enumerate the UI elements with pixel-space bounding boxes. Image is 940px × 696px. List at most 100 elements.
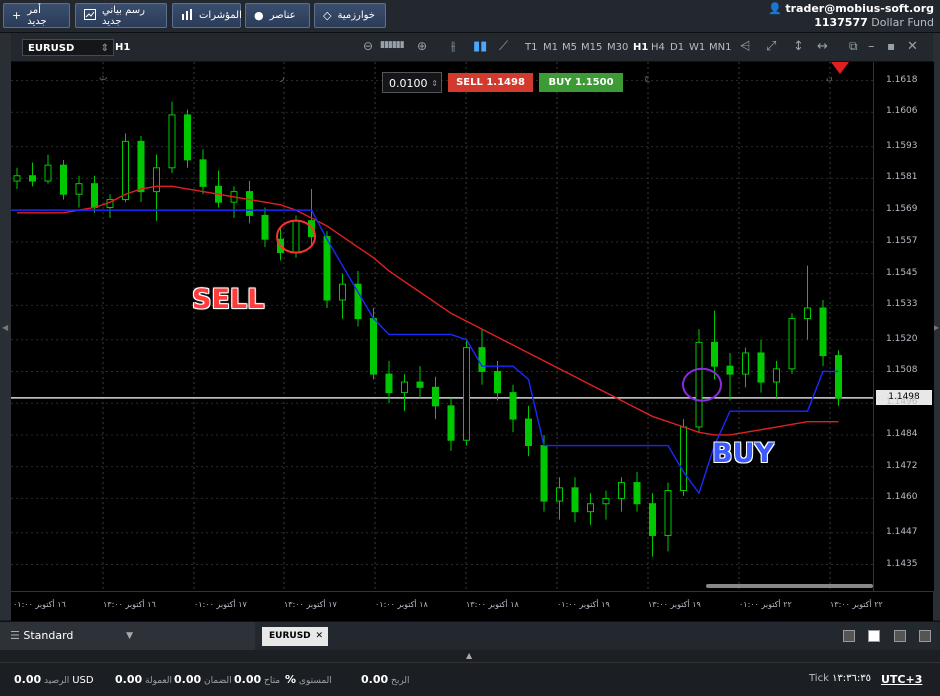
candle-body bbox=[463, 347, 470, 441]
timeframe-m1[interactable]: M1 bbox=[543, 42, 558, 53]
account-fund: Dollar Fund bbox=[871, 16, 934, 29]
zoom-slider[interactable]: ▮▮▮▮▮▮ bbox=[380, 40, 405, 50]
layout-columns-icon[interactable] bbox=[894, 630, 906, 642]
line-chart-icon[interactable]: ⟋ bbox=[499, 39, 508, 54]
lot-size-input[interactable]: 0.0100 ⇕ bbox=[382, 72, 442, 93]
zoom-in-icon[interactable]: ⊕ bbox=[417, 39, 427, 53]
template-selector[interactable]: ☰ Standard ▼ bbox=[0, 622, 255, 650]
timeframe-t1[interactable]: T1 bbox=[525, 42, 537, 53]
timeframe-m15[interactable]: M15 bbox=[581, 42, 602, 53]
maximize-icon[interactable]: ▪ bbox=[887, 39, 895, 53]
horizontal-line-icon[interactable]: ↔ bbox=[817, 39, 828, 54]
candle-body bbox=[695, 341, 703, 428]
candle-body bbox=[556, 487, 563, 502]
currency-value: USD bbox=[72, 675, 94, 686]
candle-body bbox=[819, 307, 827, 357]
timezone-selector[interactable]: UTC+3 bbox=[881, 673, 922, 686]
buy-button[interactable]: BUY 1.1500 bbox=[539, 73, 623, 92]
elements-button[interactable]: ● عناصر bbox=[245, 3, 310, 28]
candle-body bbox=[292, 220, 300, 253]
time-axis-label: ١٧ أكتوبر ٠١:٠٠ bbox=[194, 600, 247, 609]
indicators-label: المؤشرات bbox=[199, 10, 242, 21]
time-axis-label: ١٩ أكتوبر ١٣:٠٠ bbox=[648, 600, 701, 609]
chevron-down-icon: ▼ bbox=[126, 631, 133, 641]
candle-body bbox=[447, 405, 455, 441]
time-axis-label: ٢٢ أكتوبر ٠١:٠٠ bbox=[739, 600, 792, 609]
candle-chart-icon[interactable]: ▮▮ bbox=[473, 39, 487, 54]
bar-chart-icon[interactable]: ⫲ bbox=[451, 39, 455, 54]
time-axis-label: ١٧ أكتوبر ١٣:٠٠ bbox=[284, 600, 337, 609]
indicators-button[interactable]: المؤشرات bbox=[172, 3, 242, 28]
account-info[interactable]: 👤 trader@mobius-soft.org 1137577 Dollar … bbox=[768, 2, 934, 30]
commission-label: العمولة bbox=[145, 676, 173, 686]
timeframe-d1[interactable]: D1 bbox=[670, 42, 684, 53]
close-tab-icon[interactable]: ✕ bbox=[315, 627, 323, 646]
left-collapse-strip[interactable]: ◀ bbox=[0, 33, 11, 620]
new-order-label: أمر جديد bbox=[27, 4, 47, 27]
algorithms-label: خوارزمية bbox=[337, 10, 375, 21]
balance-label: الرصيد bbox=[44, 676, 70, 686]
candle-body bbox=[804, 307, 811, 320]
updown-arrow-icon: ⇕ bbox=[100, 43, 109, 54]
price-axis[interactable]: 1.1498 1.1618 1.1606 1.1593 1.1581 1.1569 1.1… bbox=[873, 62, 934, 591]
sell-annotation: SELL bbox=[192, 284, 265, 315]
free-margin-label: متاح bbox=[264, 676, 281, 686]
chart-icon bbox=[84, 8, 96, 23]
layout-rows-icon[interactable] bbox=[919, 630, 931, 642]
price-axis-label: 1.1581 bbox=[886, 172, 918, 183]
profit-label: الربح bbox=[391, 676, 410, 686]
price-axis-label: 1.1435 bbox=[886, 558, 918, 569]
close-icon[interactable]: ✕ bbox=[907, 39, 918, 54]
right-collapse-strip[interactable]: ▶ bbox=[933, 33, 940, 620]
price-axis-label: 1.1593 bbox=[886, 140, 918, 151]
fibonacci-icon[interactable]: ⩤ bbox=[740, 39, 750, 54]
level-label: المستوى bbox=[298, 676, 332, 686]
vertical-line-icon[interactable]: ↕ bbox=[793, 39, 804, 54]
account-user: trader@mobius-soft.org bbox=[785, 2, 934, 15]
minimize-icon[interactable]: – bbox=[868, 39, 875, 54]
elements-icon: ● bbox=[254, 9, 264, 22]
timeframe-h4[interactable]: H4 bbox=[651, 42, 665, 53]
panel-toggle-icon[interactable]: ▲ bbox=[466, 651, 472, 660]
price-axis-label: 1.1545 bbox=[886, 267, 918, 278]
candle-body bbox=[742, 352, 749, 375]
timeframe-h1[interactable]: H1 bbox=[633, 42, 648, 53]
symbol-tab[interactable]: EURUSD ✕ bbox=[262, 627, 328, 646]
trendline-icon[interactable]: ⤢ bbox=[766, 39, 776, 54]
detach-icon[interactable]: ⧉ bbox=[849, 39, 858, 54]
new-chart-button[interactable]: رسم بياني جديد bbox=[75, 3, 167, 28]
commission-value: 0.00 bbox=[115, 673, 143, 686]
timeframe-m30[interactable]: M30 bbox=[607, 42, 628, 53]
day-marker: ث bbox=[99, 73, 107, 83]
price-axis-label: 1.1447 bbox=[886, 526, 918, 537]
clock-value: ١٣:٣٦:٣٥ bbox=[832, 673, 872, 684]
candle-body bbox=[509, 392, 517, 420]
sell-button[interactable]: SELL 1.1498 bbox=[448, 73, 533, 92]
time-axis-label: ١٩ أكتوبر ٠١:٠٠ bbox=[557, 600, 610, 609]
timeframe-m5[interactable]: M5 bbox=[562, 42, 577, 53]
timeframe-mn1[interactable]: MN1 bbox=[709, 42, 731, 53]
chart-toolbar: EURUSD ⇕ H1 ⊖ ▮▮▮▮▮▮ ⊕ ⫲ ▮▮ ⟋ T1 M1 M5 M… bbox=[11, 33, 933, 62]
price-axis-label: 1.1460 bbox=[886, 492, 918, 503]
candle-body bbox=[153, 167, 160, 193]
user-icon: 👤 bbox=[768, 2, 782, 15]
zoom-out-icon[interactable]: ⊖ bbox=[363, 39, 373, 53]
buy-annotation: BUY bbox=[712, 438, 775, 469]
time-axis[interactable]: ١٦ أكتوبر ٠١:٠٠ ١٦ أكتوبر ١٣:٠٠ ١٧ أكتوبر … bbox=[11, 591, 933, 621]
day-marker: ج bbox=[644, 73, 650, 83]
candle-body bbox=[494, 370, 501, 394]
candle-body bbox=[184, 114, 191, 161]
candle-body bbox=[587, 503, 594, 513]
price-chart[interactable]: ثرخجن bbox=[11, 62, 873, 591]
margin-label: الضمان bbox=[204, 676, 232, 686]
candle-body bbox=[633, 482, 641, 505]
layout-single-icon[interactable] bbox=[843, 630, 855, 642]
new-order-button[interactable]: + أمر جديد bbox=[3, 3, 70, 28]
symbol-selector[interactable]: EURUSD ⇕ bbox=[22, 39, 114, 56]
algorithms-button[interactable]: ◇ خوارزمية bbox=[314, 3, 386, 28]
timeframe-w1[interactable]: W1 bbox=[689, 42, 705, 53]
layout-grid-icon[interactable] bbox=[868, 630, 880, 642]
margin-value: 0.00 bbox=[174, 673, 202, 686]
menu-icon: ☰ bbox=[10, 629, 20, 642]
buy-price: 1.1500 bbox=[574, 77, 614, 88]
